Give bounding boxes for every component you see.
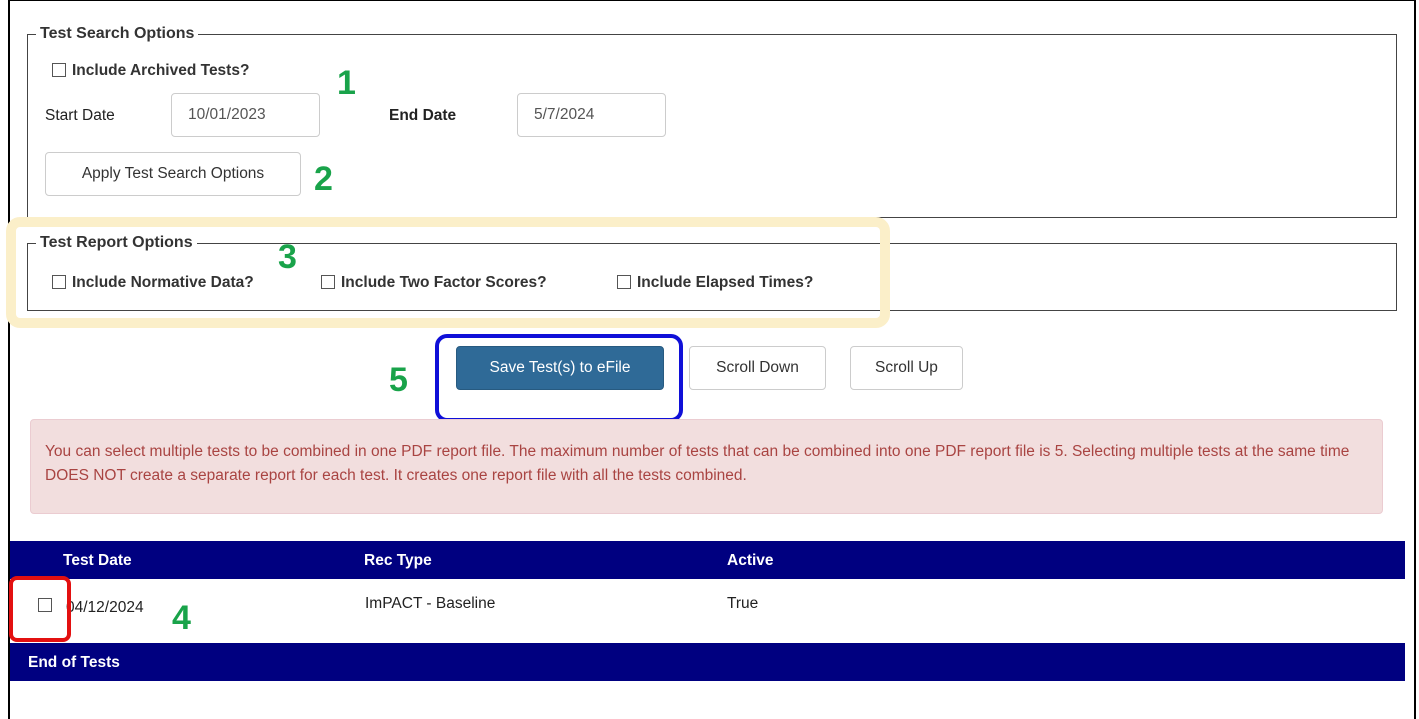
apply-test-search-options-button[interactable]: Apply Test Search Options <box>45 152 301 196</box>
annotation-3: 3 <box>278 238 297 276</box>
end-date-field[interactable]: 5/7/2024 <box>517 93 666 137</box>
annotation-4: 4 <box>172 599 191 637</box>
annotation-2: 2 <box>314 160 333 198</box>
multiple-tests-info-alert: You can select multiple tests to be comb… <box>30 419 1383 514</box>
row-test-date: 04/12/2024 <box>66 599 144 616</box>
col-active-header: Active <box>727 552 774 569</box>
annotation-5: 5 <box>389 361 408 399</box>
row-rec-type: ImPACT - Baseline <box>365 595 496 612</box>
include-archived-tests-label: Include Archived Tests? <box>72 62 250 79</box>
include-archived-tests-checkbox[interactable]: Include Archived Tests? <box>52 61 249 81</box>
col-test-date-header: Test Date <box>63 552 132 569</box>
report-options-highlight <box>6 217 890 328</box>
end-date-label: End Date <box>389 107 457 124</box>
end-of-tests-label: End of Tests <box>28 654 120 671</box>
tests-table-footer: End of Tests <box>10 643 1405 681</box>
start-date-field[interactable]: 10/01/2023 <box>171 93 320 137</box>
annotation-1: 1 <box>337 64 356 102</box>
include-archived-tests-box[interactable] <box>52 63 66 77</box>
scroll-down-button[interactable]: Scroll Down <box>689 346 826 390</box>
save-button-highlight <box>435 334 683 422</box>
tests-table-header: Test Date Rec Type Active <box>10 541 1405 579</box>
scroll-up-button[interactable]: Scroll Up <box>850 346 963 390</box>
select-checkbox-highlight <box>9 576 71 642</box>
test-search-options-legend: Test Search Options <box>36 24 199 44</box>
start-date-label: Start Date <box>45 107 115 124</box>
row-active: True <box>727 595 759 612</box>
col-rec-type-header: Rec Type <box>364 552 432 569</box>
